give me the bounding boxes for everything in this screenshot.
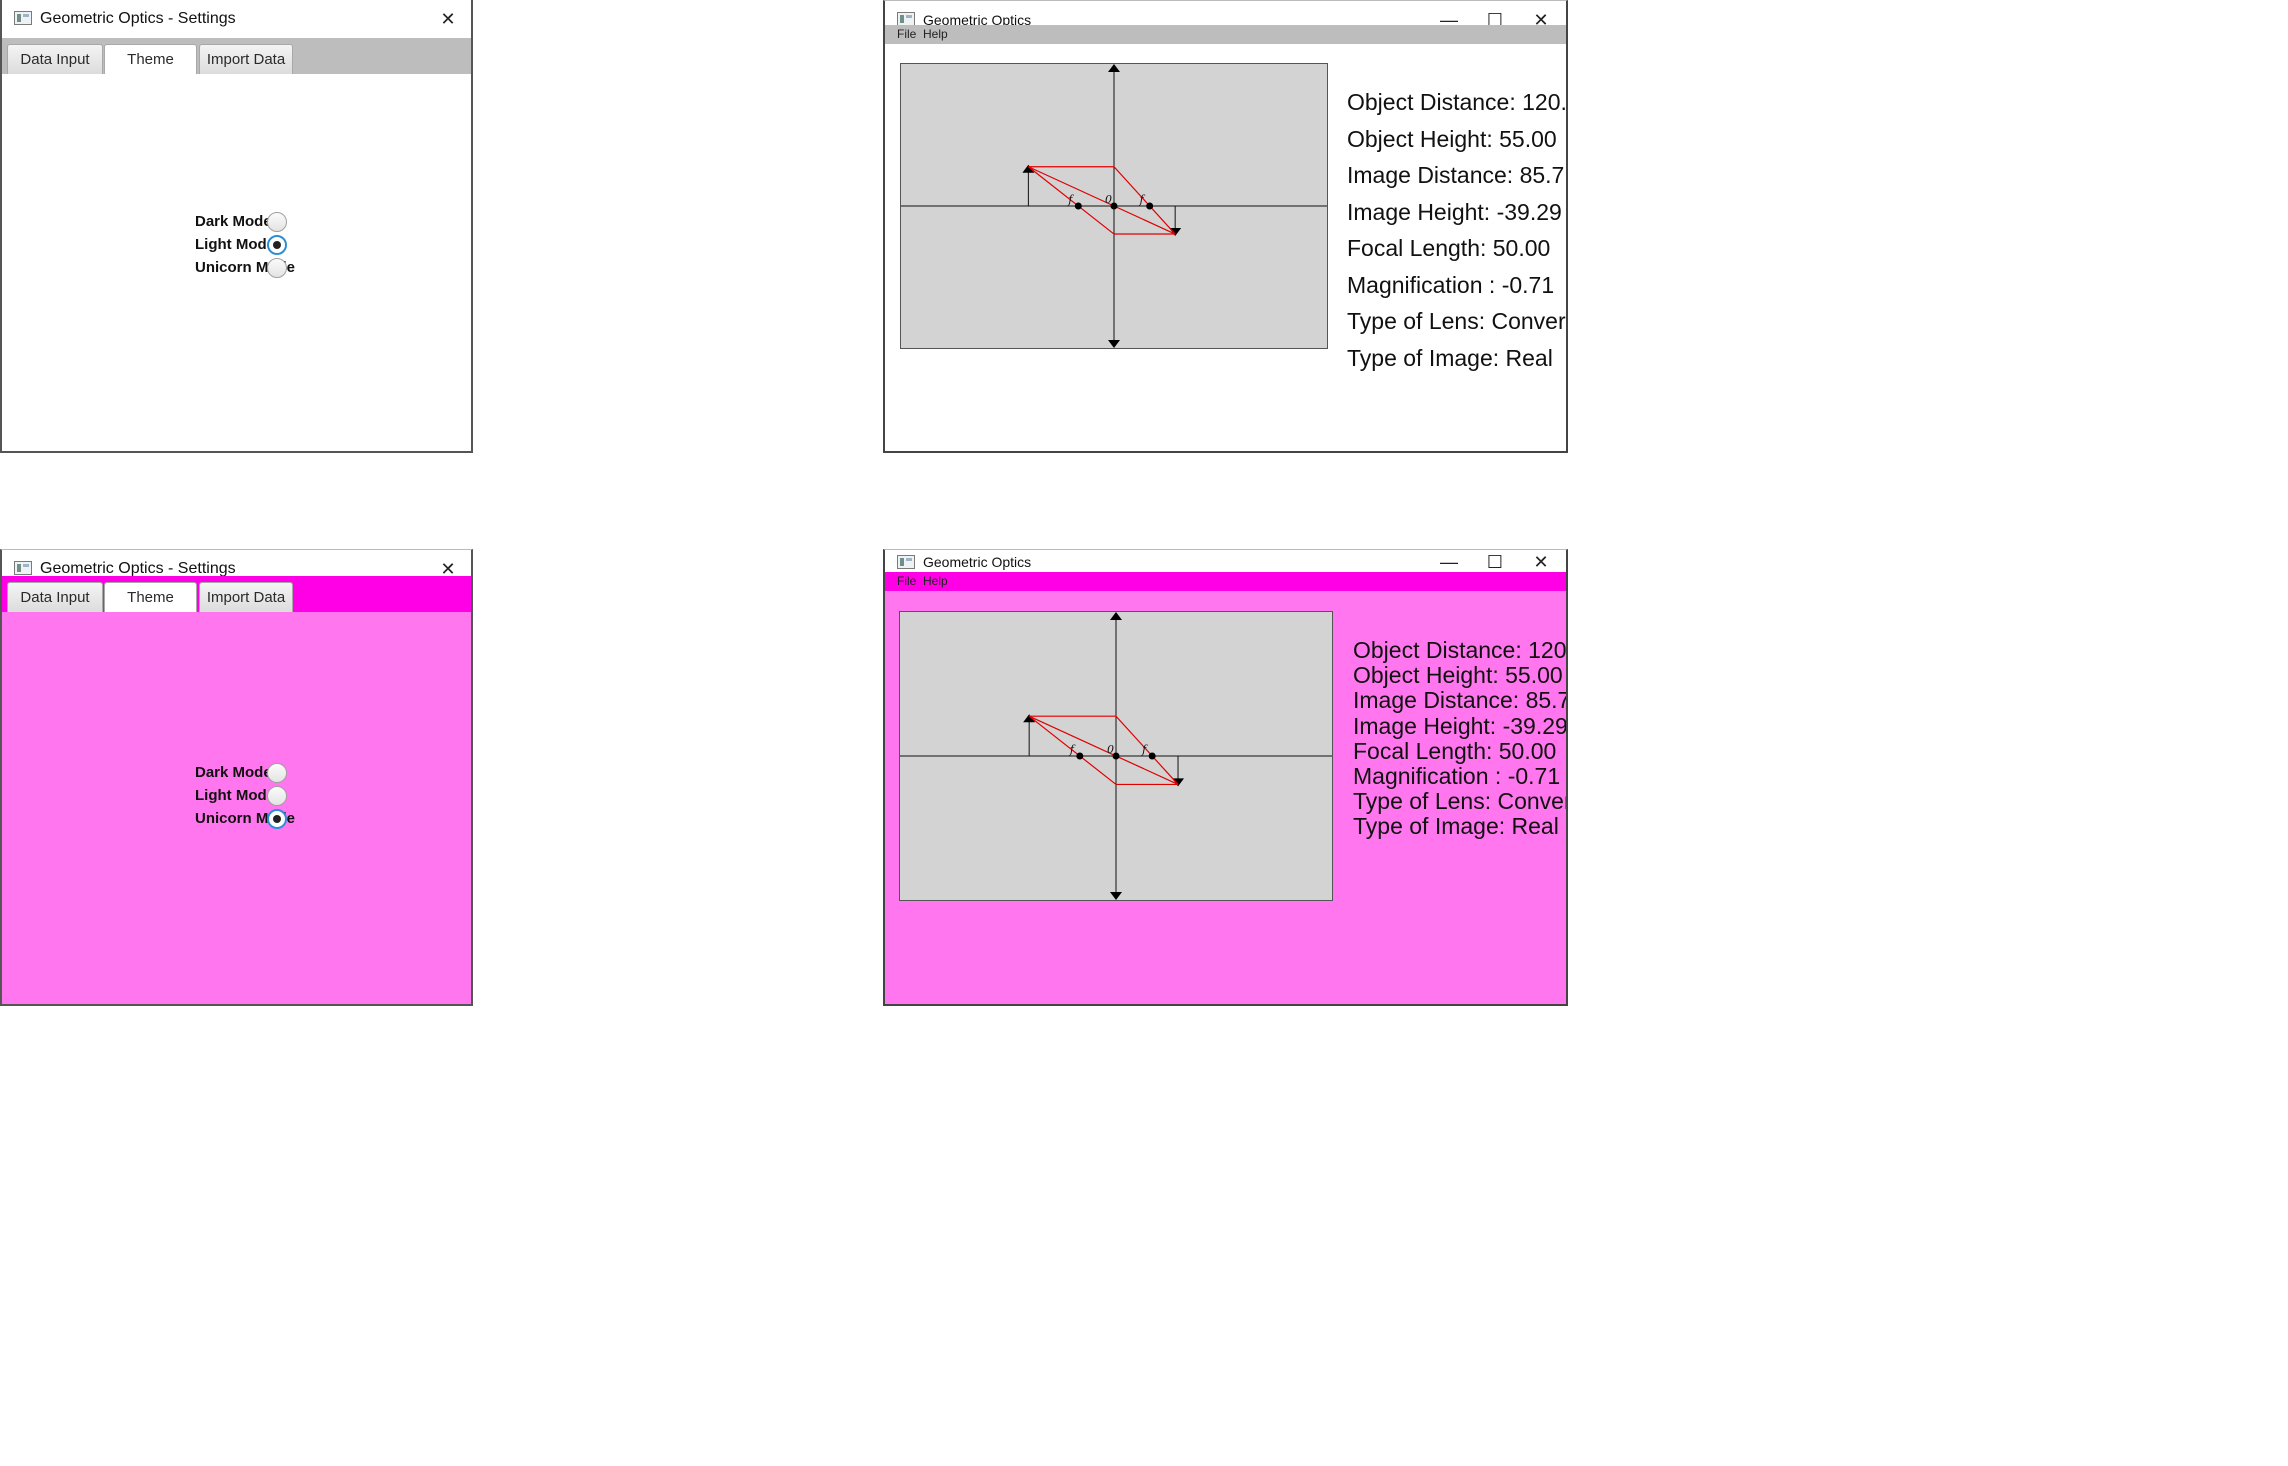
lens-type-readout: Type of Lens: Converging: [1347, 308, 1566, 334]
focal-label-right: f: [1139, 193, 1146, 206]
tab-data-input[interactable]: Data Input: [7, 582, 103, 612]
focal-point-right: [1146, 202, 1154, 210]
focal-length-readout: Focal Length: 50.00: [1353, 737, 1557, 764]
menu-file[interactable]: File: [897, 25, 916, 44]
object-distance-readout: Object Distance: 120.00: [1353, 637, 1567, 663]
image-distance-readout: Image Distance: 85.71: [1347, 162, 1568, 188]
focal-label-right: f: [1141, 743, 1148, 756]
ray-diagram-svg: f 0 f: [900, 612, 1332, 900]
settings-titlebar[interactable]: Geometric Optics - Settings ✕: [2, 0, 471, 38]
unicorn-mode-radio[interactable]: [267, 258, 287, 278]
app-icon: [14, 561, 32, 575]
unicorn-mode-radio[interactable]: [267, 809, 287, 829]
tab-import-data[interactable]: Import Data: [199, 44, 293, 74]
app-icon: [897, 555, 915, 569]
close-icon[interactable]: ✕: [425, 0, 471, 38]
image-type-readout: Type of Image: Real: [1353, 813, 1559, 840]
center-label: 0: [1107, 743, 1114, 756]
focal-point-left: [1076, 752, 1084, 760]
window-title: Geometric Optics: [923, 554, 1032, 570]
image-type-readout: Type of Image: Real: [1347, 344, 1553, 371]
settings-window-unicorn: Geometric Optics - Settings ✕ Data Input…: [0, 549, 473, 1006]
menu-bar: File Help: [885, 572, 1566, 591]
tab-import-data[interactable]: Import Data: [199, 582, 293, 612]
object-distance-readout: Object Distance: 120.00: [1347, 89, 1568, 115]
image-height-readout: Image Height: -39.29: [1353, 712, 1568, 739]
image-height-readout: Image Height: -39.29: [1347, 198, 1562, 225]
lens-bottom-arrow: [1108, 340, 1120, 348]
menu-help[interactable]: Help: [923, 572, 948, 591]
object-height-readout: Object Height: 55.00: [1353, 662, 1563, 689]
window-title: Geometric Optics - Settings: [40, 10, 236, 27]
object-height-readout: Object Height: 55.00: [1347, 125, 1557, 152]
image-distance-readout: Image Distance: 85.71: [1353, 687, 1568, 714]
theme-option-unicorn[interactable]: Unicorn Mode: [195, 255, 295, 281]
tab-theme[interactable]: Theme: [104, 582, 197, 612]
lens-top-arrow: [1108, 64, 1120, 72]
app-icon: [897, 12, 915, 26]
optics-diagram: f 0 f: [899, 611, 1333, 901]
lens-bottom-arrow: [1110, 892, 1122, 900]
maximize-icon[interactable]: ☐: [1472, 550, 1518, 574]
tab-bar: Data Input Theme Import Data: [2, 38, 471, 74]
focal-point-right: [1148, 752, 1156, 760]
readout-panel: Object Distance: 120.00 Object Height: 5…: [1353, 632, 1568, 840]
tab-bar: Data Input Theme Import Data: [2, 576, 471, 612]
focal-label-left: f: [1067, 193, 1074, 206]
app-icon: [14, 11, 32, 25]
menu-file[interactable]: File: [897, 572, 916, 591]
theme-option-unicorn[interactable]: Unicorn Mode: [195, 806, 295, 832]
light-mode-radio[interactable]: [267, 235, 287, 255]
magnification-readout: Magnification : -0.71: [1353, 762, 1561, 789]
focal-length-readout: Focal Length: 50.00: [1347, 235, 1551, 261]
lens-top-arrow: [1110, 612, 1122, 620]
tab-theme[interactable]: Theme: [104, 44, 197, 74]
minimize-icon[interactable]: —: [1426, 550, 1472, 574]
menu-bar: File Help: [885, 25, 1566, 44]
menu-help[interactable]: Help: [923, 25, 948, 44]
magnification-readout: Magnification : -0.71: [1347, 271, 1555, 298]
settings-window-light: Geometric Optics - Settings ✕ Data Input…: [0, 0, 473, 453]
close-icon[interactable]: ✕: [1518, 550, 1564, 574]
focal-label-left: f: [1069, 743, 1076, 756]
optics-diagram: f 0 f: [900, 63, 1328, 349]
lens-type-readout: Type of Lens: Converging: [1353, 788, 1566, 815]
center-label: 0: [1105, 193, 1112, 206]
dark-mode-radio[interactable]: [267, 212, 287, 232]
ray-diagram-svg: f 0 f: [901, 64, 1327, 348]
main-window-light: Geometric Optics — ☐ ✕ File Help f0f Obj…: [883, 0, 1568, 453]
dark-mode-radio[interactable]: [267, 763, 287, 783]
main-titlebar[interactable]: Geometric Optics — ☐ ✕: [885, 550, 1566, 574]
tab-data-input[interactable]: Data Input: [7, 44, 103, 74]
focal-point-left: [1074, 202, 1082, 210]
light-mode-radio[interactable]: [267, 786, 287, 806]
main-window-unicorn: Geometric Optics — ☐ ✕ File Help f 0 f Obj…: [883, 549, 1568, 1006]
readout-panel: Object Distance: 120.00 Object Height: 5…: [1347, 84, 1568, 376]
